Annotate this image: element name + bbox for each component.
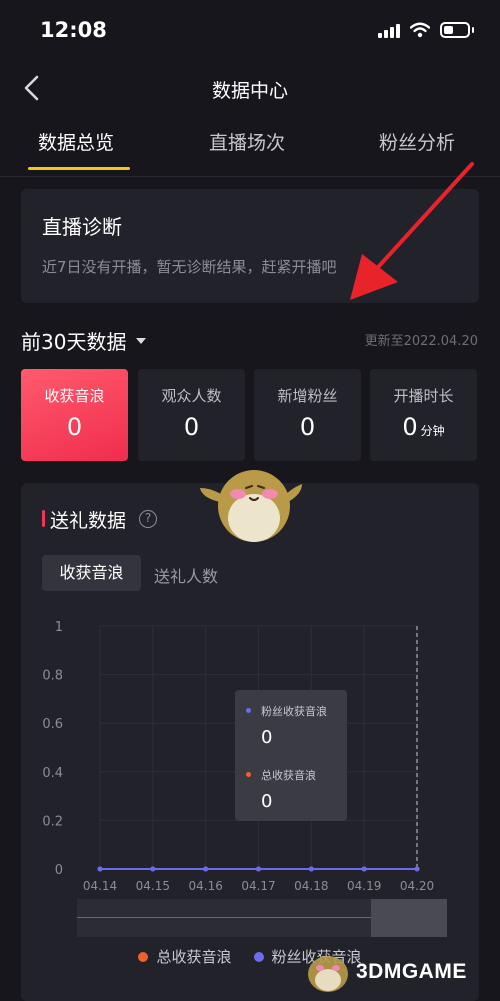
stat-card-live-duration[interactable]: 开播时长 0 分钟: [370, 369, 477, 461]
diagnosis-description: 近7日没有开播，暂无诊断结果，赶紧开播吧: [42, 258, 337, 276]
page-title: 数据中心: [211, 80, 288, 102]
x-tick-label: 04.16: [188, 879, 222, 893]
status-icons: [378, 22, 474, 38]
stat-label: 观众人数: [161, 387, 222, 405]
stat-label: 新增粉丝: [277, 387, 338, 405]
slider-handle[interactable]: [371, 899, 447, 937]
y-tick-label: 1: [55, 620, 63, 635]
legend-dot-fan: [253, 951, 264, 962]
y-tick-label: 0.8: [42, 669, 63, 684]
stat-card-viewers[interactable]: 观众人数 0: [138, 369, 245, 461]
tooltip-fan-label: 粉丝收获音浪: [261, 705, 327, 718]
tooltip-fan-value: 0: [261, 727, 273, 748]
gift-section-title: 送礼数据: [50, 510, 127, 532]
stat-value: 0: [183, 413, 200, 441]
section-accent-bar: [42, 510, 45, 527]
x-tick-label: 04.15: [136, 879, 170, 893]
x-tick-label: 04.14: [83, 879, 117, 893]
wifi-icon: [410, 22, 430, 38]
x-tick-label: 04.18: [294, 879, 328, 893]
stat-value: 0 分钟: [402, 413, 445, 441]
stat-unit: 分钟: [420, 424, 445, 438]
x-tick-label: 04.19: [347, 879, 381, 893]
period-label: 前30天数据: [21, 330, 127, 354]
battery-tip: [472, 27, 474, 33]
mascot-sticker: [200, 470, 302, 542]
question-circle-icon[interactable]: ?: [139, 510, 157, 528]
segment-gift-income[interactable]: 收获音浪: [42, 555, 141, 591]
data-point: [97, 866, 103, 872]
update-time: 更新至2022.04.20: [364, 334, 478, 349]
y-tick-label: 0.6: [42, 717, 63, 732]
period-selector[interactable]: 前30天数据: [21, 326, 147, 355]
battery-icon: [440, 22, 470, 38]
legend-item-total[interactable]: 总收获音浪: [138, 946, 232, 967]
y-tick-label: 0.4: [42, 766, 63, 781]
data-point: [256, 866, 261, 872]
x-tick-label: 04.17: [241, 879, 275, 893]
diagnosis-title: 直播诊断: [42, 215, 122, 239]
chart-range-slider[interactable]: [77, 899, 447, 937]
x-tick-label: 04.20: [400, 879, 434, 893]
segment-gift-senders[interactable]: 送礼人数: [154, 563, 218, 587]
tab-live-sessions[interactable]: 直播场次: [209, 128, 285, 155]
watermark-3dmgame: 3DMGAME: [356, 960, 467, 983]
tooltip-total-dot: [246, 772, 251, 777]
data-point: [150, 866, 156, 872]
stat-label: 开播时长: [393, 387, 454, 405]
stat-value: 0: [66, 413, 83, 441]
y-tick-label: 0.2: [42, 814, 63, 829]
watermark-mascot: [308, 956, 348, 992]
annotation-arrow: [350, 162, 474, 300]
chart-tooltip: 粉丝收获音浪 0 总收获音浪 0: [235, 690, 347, 821]
data-point: [308, 866, 314, 872]
tab-overview[interactable]: 数据总览: [38, 128, 114, 155]
active-tab-indicator: [28, 167, 130, 170]
tooltip-total-value: 0: [261, 791, 273, 812]
tooltip-total-label: 总收获音浪: [261, 769, 316, 782]
stat-value: 0: [299, 413, 316, 441]
tooltip-fan-dot: [246, 708, 251, 713]
stat-card-gift-income[interactable]: 收获音浪 0: [21, 369, 128, 461]
legend-dot-total: [138, 951, 149, 962]
cellular-signal-icon: [378, 22, 400, 38]
legend-label-total: 总收获音浪: [156, 948, 232, 966]
data-point: [414, 866, 420, 872]
data-point: [361, 866, 367, 872]
stat-label: 收获音浪: [44, 387, 105, 405]
caret-down-icon: [136, 337, 147, 344]
tab-fan-analysis[interactable]: 粉丝分析: [379, 128, 455, 155]
data-point: [203, 866, 209, 872]
status-time: 12:08: [40, 18, 107, 42]
stat-card-new-fans[interactable]: 新增粉丝 0: [254, 369, 361, 461]
y-tick-label: 0: [55, 863, 63, 878]
